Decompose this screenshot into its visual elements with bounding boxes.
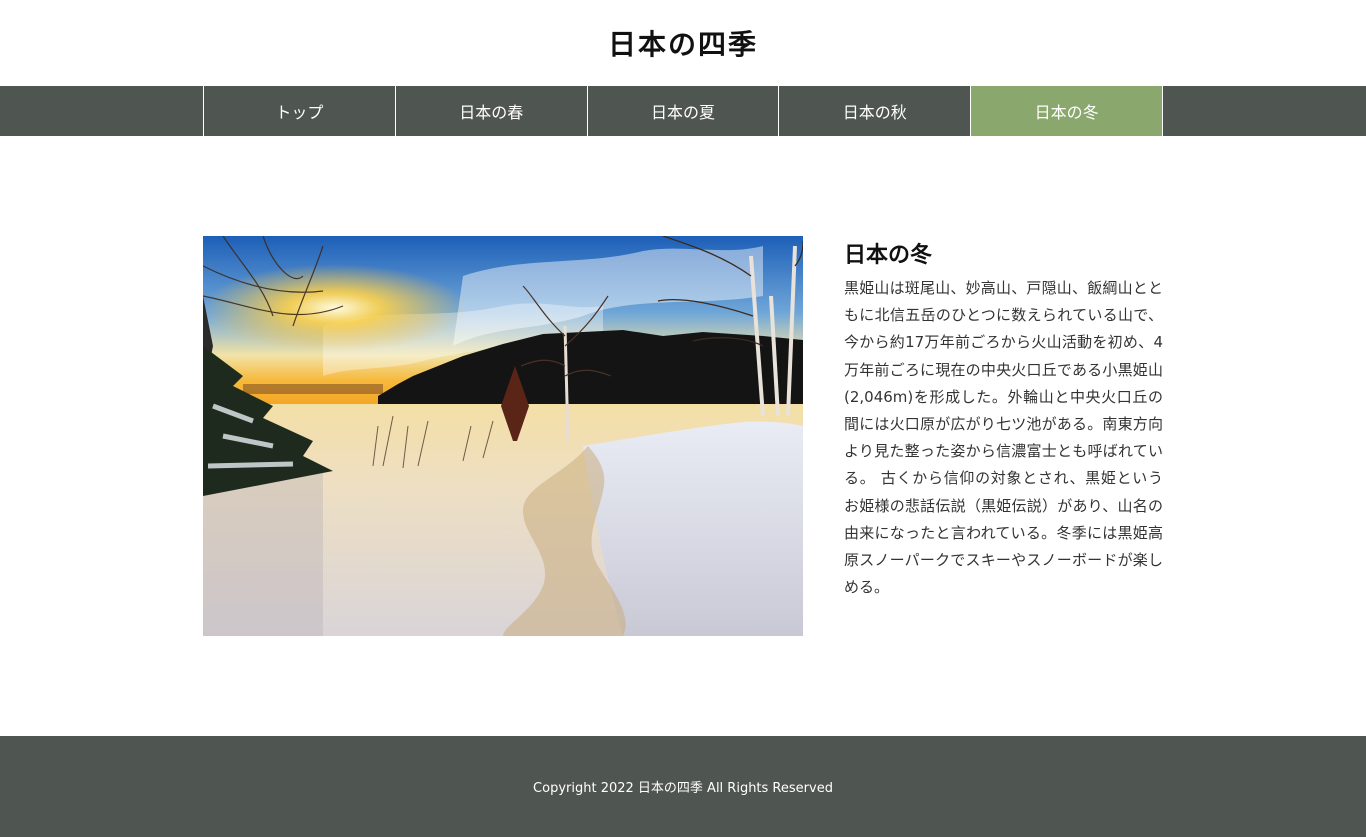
section-heading: 日本の冬 [844,243,933,268]
nav-list: トップ 日本の春 日本の夏 日本の秋 日本の冬 [203,86,1163,136]
winter-snow-photo [203,236,803,636]
section-body: 黒姫山は斑尾山、妙高山、戸隠山、飯綱山とともに北信五岳のひとつに数えられている山… [844,279,1163,597]
copyright-text: Copyright 2022 日本の四季 All Rights Reserved [533,781,833,796]
text-block: 日本の冬 黒姫山は斑尾山、妙高山、戸隠山、飯綱山とともに北信五岳のひとつに数えら… [844,236,1163,636]
nav-item-spring[interactable]: 日本の春 [396,86,588,136]
main-content: 日本の冬 黒姫山は斑尾山、妙高山、戸隠山、飯綱山とともに北信五岳のひとつに数えら… [0,136,1366,736]
site-title: 日本の四季 [607,28,758,61]
nav-item-autumn[interactable]: 日本の秋 [779,86,972,136]
site-header: 日本の四季 [0,0,1366,86]
season-section: 日本の冬 黒姫山は斑尾山、妙高山、戸隠山、飯綱山とともに北信五岳のひとつに数えら… [203,236,1163,636]
nav-item-top[interactable]: トップ [204,86,396,136]
global-nav: トップ 日本の春 日本の夏 日本の秋 日本の冬 [0,86,1366,136]
site-footer: Copyright 2022 日本の四季 All Rights Reserved [0,736,1366,837]
nav-item-summer[interactable]: 日本の夏 [588,86,780,136]
nav-item-winter[interactable]: 日本の冬 [971,86,1163,136]
